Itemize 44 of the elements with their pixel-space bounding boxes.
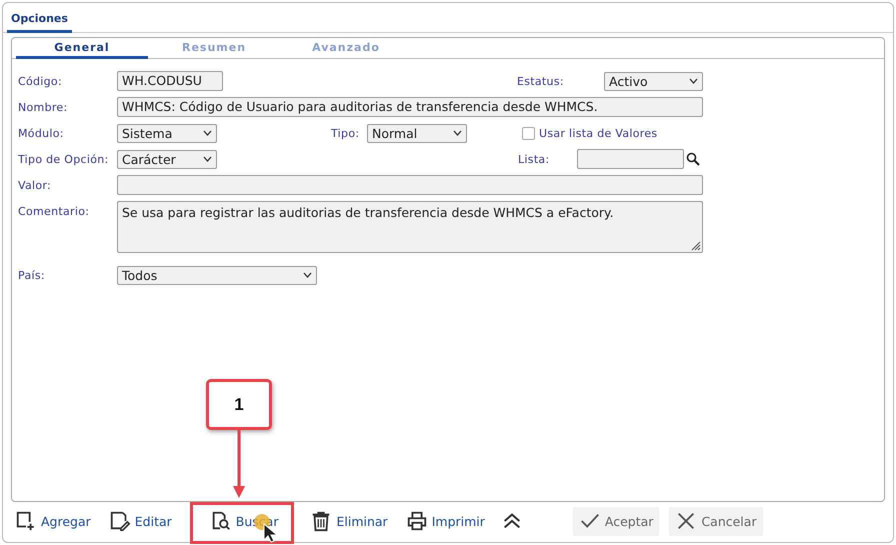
delete-button[interactable]: Eliminar [308,508,390,534]
dropdown[interactable]: Normal [367,124,467,142]
field-label: Estatus: [517,74,565,88]
resize-grip-icon [690,240,701,251]
dropdown[interactable]: Activo [604,72,703,90]
input-field[interactable] [117,175,703,195]
caret-icon [303,272,312,278]
input-field[interactable]: WH.CODUSU [117,71,223,91]
field-label: Lista: [518,152,550,166]
field-label: Tipo: [331,126,360,140]
input-field[interactable]: WHMCS: Código de Usuario para auditorias de transferencia desde WHMCS. [117,97,703,117]
cancel-button[interactable]: Cancelar [669,506,763,536]
add-icon [15,510,37,532]
dropdown[interactable]: Todos [117,266,317,284]
accept-button[interactable]: Aceptar [572,506,660,536]
text-area[interactable]: Se usa para registrar las auditorias de transferencia desde WHMCS a eFactory. [117,201,703,253]
input-field[interactable] [577,149,684,169]
add-button[interactable]: Agregar [13,508,93,534]
dropdown[interactable]: Sistema [117,124,217,142]
field-label: Módulo: [18,126,65,140]
checkbox-label: Usar lista de Valores [539,126,658,140]
comment-text: Se usa para registrar las auditorias de transferencia desde WHMCS a eFactory. [122,205,614,220]
dropdown[interactable]: Carácter [117,150,217,168]
tab[interactable]: General [16,38,148,59]
field-label: País: [18,268,46,282]
field-label: Código: [18,74,63,88]
print-button[interactable]: Imprimir [404,508,487,534]
caret-icon [453,130,462,136]
arrow [232,430,246,500]
field-label: Comentario: [18,205,90,218]
caret-icon [203,130,212,136]
caret-icon [689,78,698,84]
edit-icon [108,510,131,532]
field-label: Nombre: [18,100,69,114]
trash-icon [310,510,332,532]
tab[interactable]: Opciones [7,3,72,33]
edit-button[interactable]: Editar [106,508,174,534]
field-label: Tipo de Opción: [18,152,110,166]
caret-icon [203,156,212,162]
printer-icon [406,510,428,532]
field-label: Valor: [18,178,52,192]
checkbox[interactable] [522,126,535,140]
callout-box: 1 [206,379,272,430]
search-icon [686,152,700,166]
